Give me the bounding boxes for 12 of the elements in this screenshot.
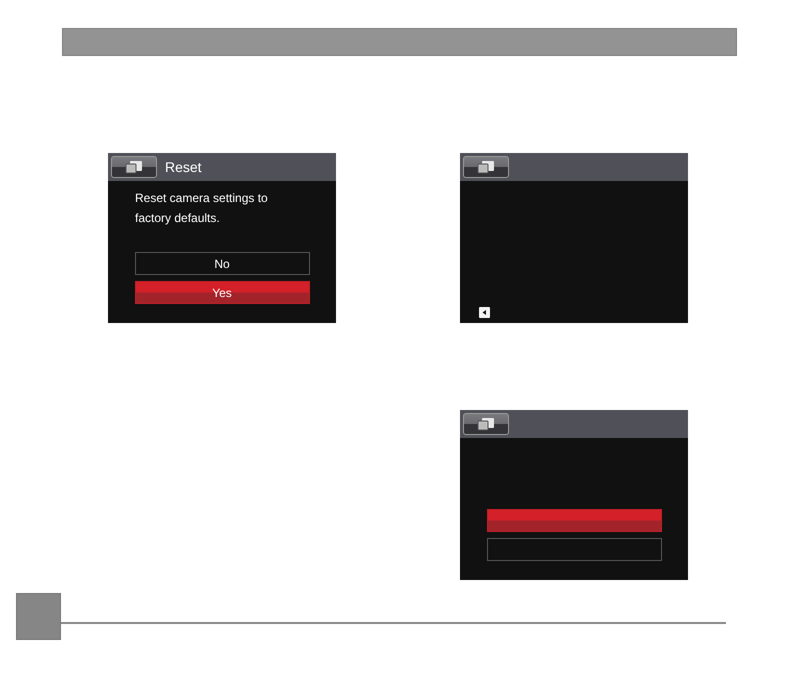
cards-icon (476, 417, 496, 431)
dialog-message: Reset camera settings to factory defaults. (135, 190, 269, 227)
option-button[interactable] (486, 538, 662, 561)
cards-icon (476, 160, 496, 174)
menu-button[interactable] (463, 413, 509, 435)
menu-button[interactable] (463, 156, 509, 178)
option-button[interactable]: Yes (134, 281, 310, 304)
cards-icon (124, 160, 144, 174)
back-icon[interactable] (479, 307, 490, 318)
menu-button[interactable] (111, 156, 157, 178)
option-button[interactable]: No (134, 252, 310, 275)
screen-title: Reset (165, 158, 202, 176)
